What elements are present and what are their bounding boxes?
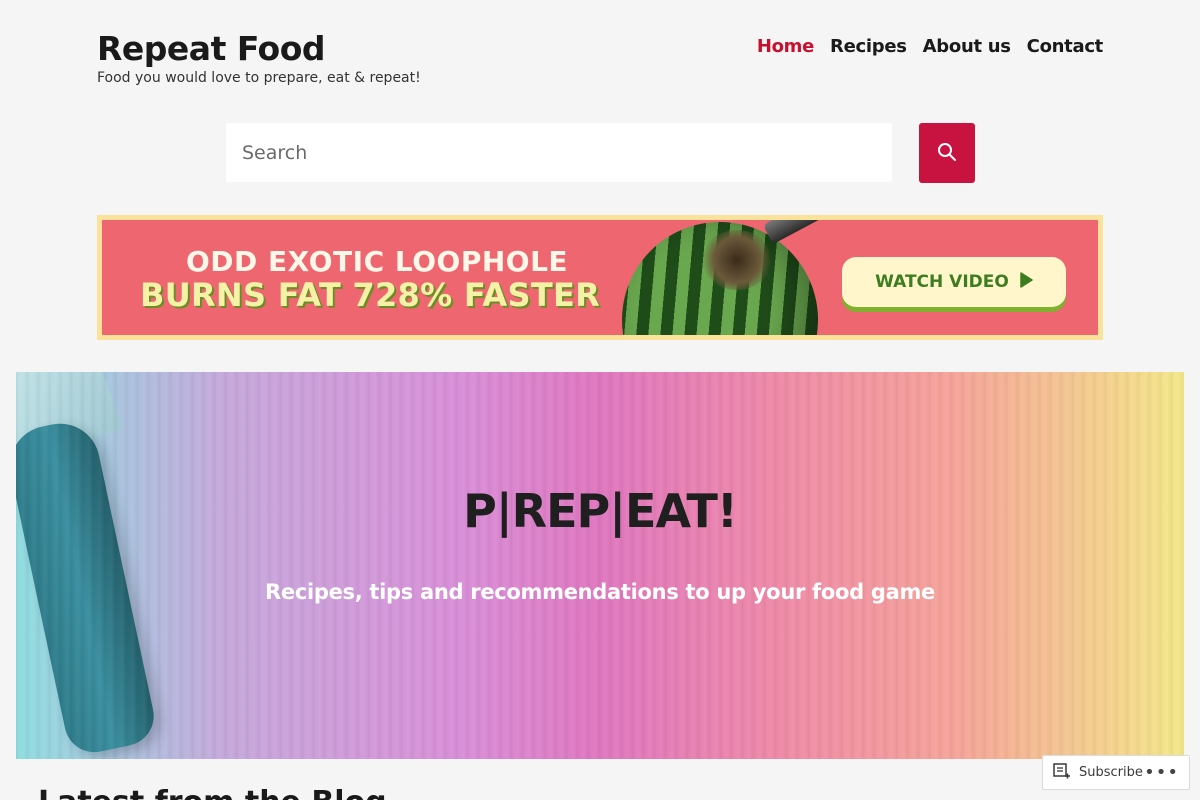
nav-item-recipes[interactable]: Recipes — [830, 36, 907, 57]
nav-item-contact[interactable]: Contact — [1027, 36, 1104, 57]
hero-cover: P|REP|EAT! Recipes, tips and recommendat… — [16, 372, 1184, 759]
more-options-icon[interactable]: ••• — [1144, 763, 1179, 781]
advertisement-banner[interactable]: ODD EXOTIC LOOPHOLE BURNS FAT 728% FASTE… — [97, 215, 1103, 340]
search-icon — [937, 142, 957, 165]
burn-mark-image — [702, 230, 772, 290]
subscribe-bar: Subscribe ••• — [1042, 755, 1190, 790]
reader-icon — [1053, 762, 1071, 783]
watch-video-button[interactable]: WATCH VIDEO — [842, 257, 1066, 307]
hero-subtitle: Recipes, tips and recommendations to up … — [265, 580, 935, 604]
site-title[interactable]: Repeat Food — [97, 28, 421, 70]
main-navigation: Home Recipes About us Contact — [757, 36, 1103, 57]
hero-title: P|REP|EAT! — [463, 484, 738, 538]
nav-item-about-us[interactable]: About us — [923, 36, 1011, 57]
wood-texture-overlay — [16, 372, 1184, 759]
section-heading: Latest from the Blog — [38, 785, 387, 800]
search-button[interactable] — [919, 123, 975, 183]
subscribe-label: Subscribe — [1079, 765, 1143, 780]
subscribe-button[interactable]: Subscribe — [1053, 762, 1143, 783]
ad-subheadline: BURNS FAT 728% FASTER — [140, 276, 601, 314]
site-branding: Repeat Food Food you would love to prepa… — [97, 28, 421, 86]
torch-image — [762, 220, 862, 245]
watch-video-label: WATCH VIDEO — [875, 272, 1009, 292]
ad-headline: ODD EXOTIC LOOPHOLE — [186, 245, 569, 278]
play-icon — [1019, 271, 1033, 293]
nav-item-home[interactable]: Home — [757, 36, 815, 57]
site-tagline: Food you would love to prepare, eat & re… — [97, 70, 421, 86]
ad-content: ODD EXOTIC LOOPHOLE BURNS FAT 728% FASTE… — [102, 220, 1098, 335]
search-input[interactable] — [226, 123, 892, 182]
